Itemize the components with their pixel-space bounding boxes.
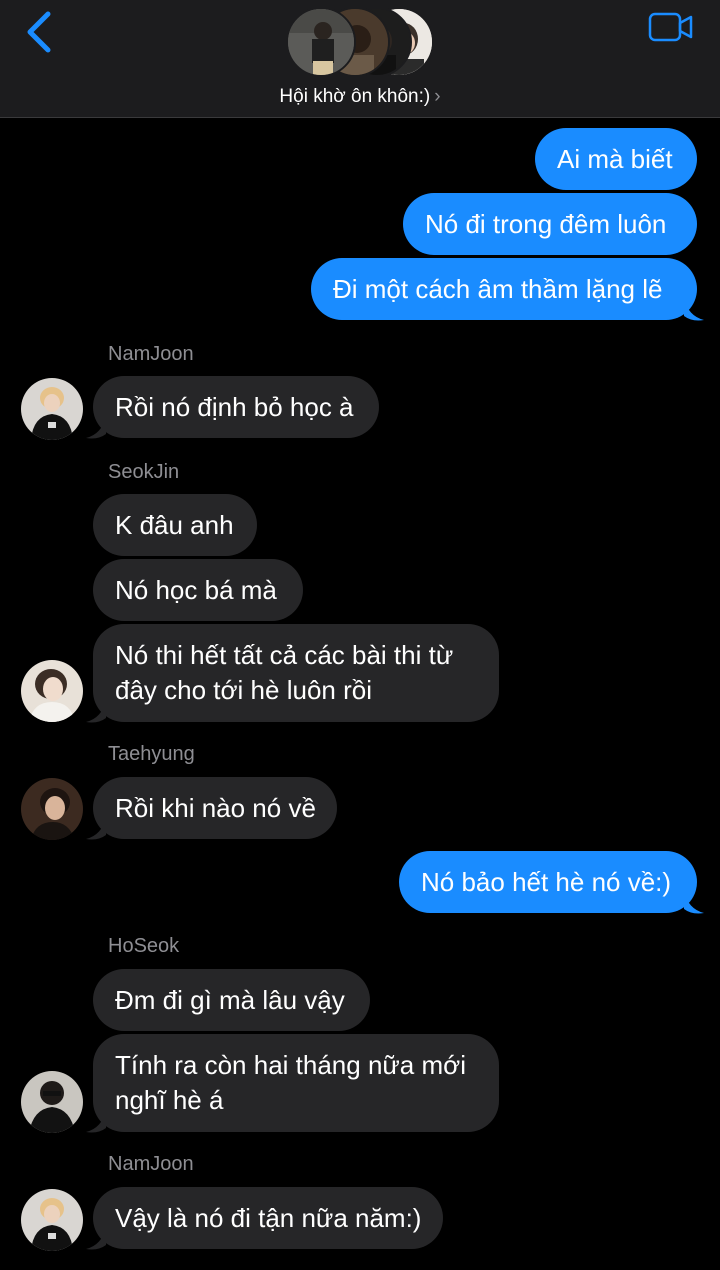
incoming-message-bubble[interactable]: Rồi nó định bỏ học à <box>93 376 379 438</box>
bubble-tail <box>684 891 704 914</box>
message-text: Nó học bá mà <box>115 575 277 605</box>
outgoing-message-bubble[interactable]: Đi một cách âm thầm lặng lẽ <box>311 258 697 320</box>
outgoing-message-bubble[interactable]: Nó bảo hết hè nó về:) <box>399 851 697 913</box>
message-text: K đâu anh <box>115 510 234 540</box>
group-avatar-stack[interactable] <box>286 7 436 79</box>
sender-name: Taehyung <box>108 743 195 765</box>
bubble-tail <box>86 817 106 840</box>
bubble-tail <box>86 1227 106 1250</box>
avatar[interactable] <box>21 1071 83 1133</box>
incoming-message-bubble[interactable]: Tính ra còn hai tháng nữa mới nghĩ hè á <box>93 1034 499 1132</box>
avatar[interactable] <box>21 778 83 840</box>
message-text: Rồi nó định bỏ học à <box>115 392 354 422</box>
sender-name: NamJoon <box>108 343 194 365</box>
message-text: Vậy là nó đi tận nữa năm:) <box>115 1203 422 1233</box>
avatar[interactable] <box>21 660 83 722</box>
video-call-button[interactable] <box>648 12 694 42</box>
incoming-message-bubble[interactable]: Nó học bá mà <box>93 559 303 621</box>
message-text: Ai mà biết <box>557 144 673 174</box>
incoming-message-bubble[interactable]: Rồi khi nào nó về <box>93 777 337 839</box>
group-name-button[interactable]: Hội khờ ôn khôn:) › <box>0 86 720 108</box>
message-text: Nó đi trong đêm luôn <box>425 209 667 239</box>
chevron-left-icon <box>27 11 51 53</box>
bubble-tail <box>684 298 704 321</box>
message-text: Rồi khi nào nó về <box>115 793 316 823</box>
avatar[interactable] <box>21 1189 83 1251</box>
outgoing-message-bubble[interactable]: Nó đi trong đêm luôn <box>403 193 697 255</box>
sender-name: SeokJin <box>108 461 180 483</box>
message-text: Nó bảo hết hè nó về:) <box>421 867 672 897</box>
sender-name: HoSeok <box>108 935 180 957</box>
group-avatar <box>286 7 356 77</box>
incoming-message-bubble[interactable]: Vậy là nó đi tận nữa năm:) <box>93 1187 443 1249</box>
incoming-message-bubble[interactable]: K đâu anh <box>93 494 257 556</box>
back-button[interactable] <box>22 10 62 54</box>
group-name: Hội khờ ôn khôn:) <box>279 86 431 107</box>
message-text: Đm đi gì mà lâu vậy <box>115 985 345 1015</box>
message-text: Đi một cách âm thầm lặng lẽ <box>333 274 663 304</box>
avatar[interactable] <box>21 378 83 440</box>
outgoing-message-bubble[interactable]: Ai mà biết <box>535 128 697 190</box>
bubble-tail <box>86 1110 106 1133</box>
incoming-message-bubble[interactable]: Đm đi gì mà lâu vậy <box>93 969 370 1031</box>
message-text: Tính ra còn hai tháng nữa mới nghĩ hè á <box>115 1050 466 1115</box>
video-camera-icon <box>648 12 693 42</box>
message-thread[interactable]: Ai mà biết Nó đi trong đêm luôn Đi một c… <box>0 118 720 1270</box>
conversation-header: Hội khờ ôn khôn:) › <box>0 0 720 118</box>
sender-name: NamJoon <box>108 1153 194 1175</box>
bubble-tail <box>86 416 106 439</box>
chevron-right-icon: › <box>434 86 441 107</box>
message-text: Nó thi hết tất cả các bài thi từ đây cho… <box>115 640 454 705</box>
incoming-message-bubble[interactable]: Nó thi hết tất cả các bài thi từ đây cho… <box>93 624 499 722</box>
bubble-tail <box>86 700 106 723</box>
